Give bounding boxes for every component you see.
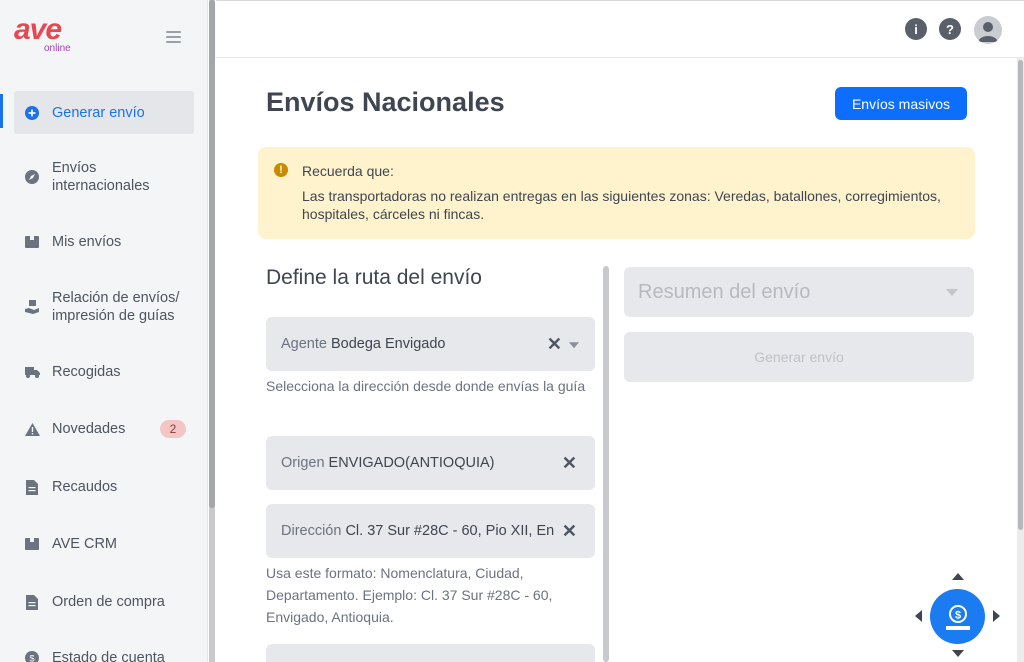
arrow-down-icon[interactable] xyxy=(952,650,964,657)
active-indicator xyxy=(0,94,3,128)
main-content: Envíos Nacionales Envíos masivos ! Recue… xyxy=(216,58,1016,662)
generate-shipment-button[interactable]: Generar envío xyxy=(624,332,974,382)
chevron-down-icon xyxy=(946,289,958,296)
clear-origin-icon[interactable]: ✕ xyxy=(562,454,577,472)
sidebar-item-generar-envio[interactable]: Generar envío xyxy=(14,91,194,134)
warning-icon xyxy=(24,421,40,437)
sidebar-item-mis-envios[interactable]: Mis envíos xyxy=(14,232,194,252)
money-fab-button[interactable]: $ xyxy=(930,589,985,644)
sidebar-item-label: Mis envíos xyxy=(52,234,122,250)
next-field[interactable] xyxy=(266,644,595,662)
sidebar-item-ave-crm[interactable]: AVE CRM xyxy=(14,534,194,554)
plus-circle-icon xyxy=(24,105,40,121)
sidebar-item-label: Recogidas xyxy=(52,364,121,380)
origin-value: ENVIGADO(ANTIOQUIA) xyxy=(328,455,495,471)
form-scrollbar[interactable] xyxy=(603,266,609,662)
ave-online-logo[interactable]: ave online xyxy=(14,13,71,55)
sidebar-item-orden-compra[interactable]: Orden de compra xyxy=(14,592,194,612)
sidebar: ave online Generar envío Envíos internac… xyxy=(0,0,208,662)
sidebar-item-label: Novedades xyxy=(52,421,126,437)
svg-text:$: $ xyxy=(29,654,34,662)
sidebar-item-label: Recaudos xyxy=(52,479,118,495)
sidebar-item-label: Generar envío xyxy=(52,104,145,121)
address-value: Cl. 37 Sur #28C - 60, Pio XII, En xyxy=(345,523,555,539)
info-icon[interactable]: i xyxy=(905,18,927,40)
help-icon[interactable]: ? xyxy=(939,18,961,40)
dollar-circle-icon: $ xyxy=(24,650,40,662)
origin-label: Origen xyxy=(281,455,325,471)
hand-box-icon xyxy=(24,299,40,315)
address-help-text: Usa este formato: Nomenclatura, Ciudad, … xyxy=(266,565,553,625)
sidebar-item-label: Orden de compra xyxy=(52,594,165,610)
notification-badge: 2 xyxy=(160,420,186,438)
logo-subtext: online xyxy=(44,43,71,54)
document-icon xyxy=(24,594,40,610)
box-icon xyxy=(24,234,40,250)
summary-label: Resumen del envío xyxy=(638,281,811,303)
clear-agent-icon[interactable]: ✕ xyxy=(547,335,562,353)
arrow-right-icon[interactable] xyxy=(993,610,1000,622)
sidebar-item-estado-cuenta[interactable]: $ Estado de cuenta xyxy=(14,648,194,662)
alert-title: Recuerda que: xyxy=(302,163,394,179)
agent-select[interactable]: Agente Bodega Envigado ✕ xyxy=(266,317,595,371)
menu-toggle-icon[interactable] xyxy=(166,31,181,44)
agent-value: Bodega Envigado xyxy=(330,336,446,352)
sidebar-item-recaudos[interactable]: Recaudos xyxy=(14,477,194,497)
alert-exclamation-icon: ! xyxy=(274,163,288,177)
sidebar-item-relacion-envios[interactable]: Relación de envíos/ impresión de guías xyxy=(14,288,194,326)
route-section-title: Define la ruta del envío xyxy=(266,266,482,289)
page-title: Envíos Nacionales xyxy=(266,87,505,117)
sidebar-item-label: Relación de envíos/ impresión de guías xyxy=(52,290,180,324)
user-avatar-icon[interactable] xyxy=(974,16,1002,44)
sidebar-item-recogidas[interactable]: Recogidas xyxy=(14,362,194,382)
clear-address-icon[interactable]: ✕ xyxy=(562,522,577,540)
svg-text:$: $ xyxy=(954,609,960,621)
chevron-down-icon[interactable] xyxy=(569,342,579,349)
sidebar-scrollbar-thumb[interactable] xyxy=(209,0,215,508)
warning-alert: ! Recuerda que: Las transportadoras no r… xyxy=(258,147,975,239)
sidebar-item-envios-internacionales[interactable]: Envíos internacionales xyxy=(14,158,194,196)
address-input[interactable]: Dirección Cl. 37 Sur #28C - 60, Pio XII,… xyxy=(266,504,595,558)
document-icon xyxy=(24,479,40,495)
arrow-left-icon[interactable] xyxy=(915,610,922,622)
origin-select[interactable]: Origen ENVIGADO(ANTIOQUIA) ✕ xyxy=(266,436,595,490)
sidebar-item-novedades[interactable]: Novedades 2 xyxy=(14,419,194,439)
logo-text: ave xyxy=(14,13,62,46)
address-label: Dirección xyxy=(281,523,342,539)
arrow-up-icon[interactable] xyxy=(952,573,964,580)
money-hand-icon: $ xyxy=(945,604,970,630)
main-scrollbar-thumb[interactable] xyxy=(1018,60,1023,530)
shipment-summary-dropdown[interactable]: Resumen del envío xyxy=(624,267,974,317)
sidebar-item-label: Envíos internacionales xyxy=(52,160,150,194)
top-bar: i ? xyxy=(216,0,1024,58)
agent-help-text: Selecciona la dirección desde donde enví… xyxy=(266,378,586,394)
bulk-shipments-button[interactable]: Envíos masivos xyxy=(835,87,967,120)
agent-label: Agente xyxy=(281,336,327,352)
sidebar-item-label: AVE CRM xyxy=(52,536,117,552)
alert-text: Las transportadoras no realizan entregas… xyxy=(302,188,941,222)
sidebar-item-label: Estado de cuenta xyxy=(52,650,165,662)
compass-icon xyxy=(24,169,40,185)
truck-icon xyxy=(24,364,40,380)
box-icon xyxy=(24,536,40,552)
